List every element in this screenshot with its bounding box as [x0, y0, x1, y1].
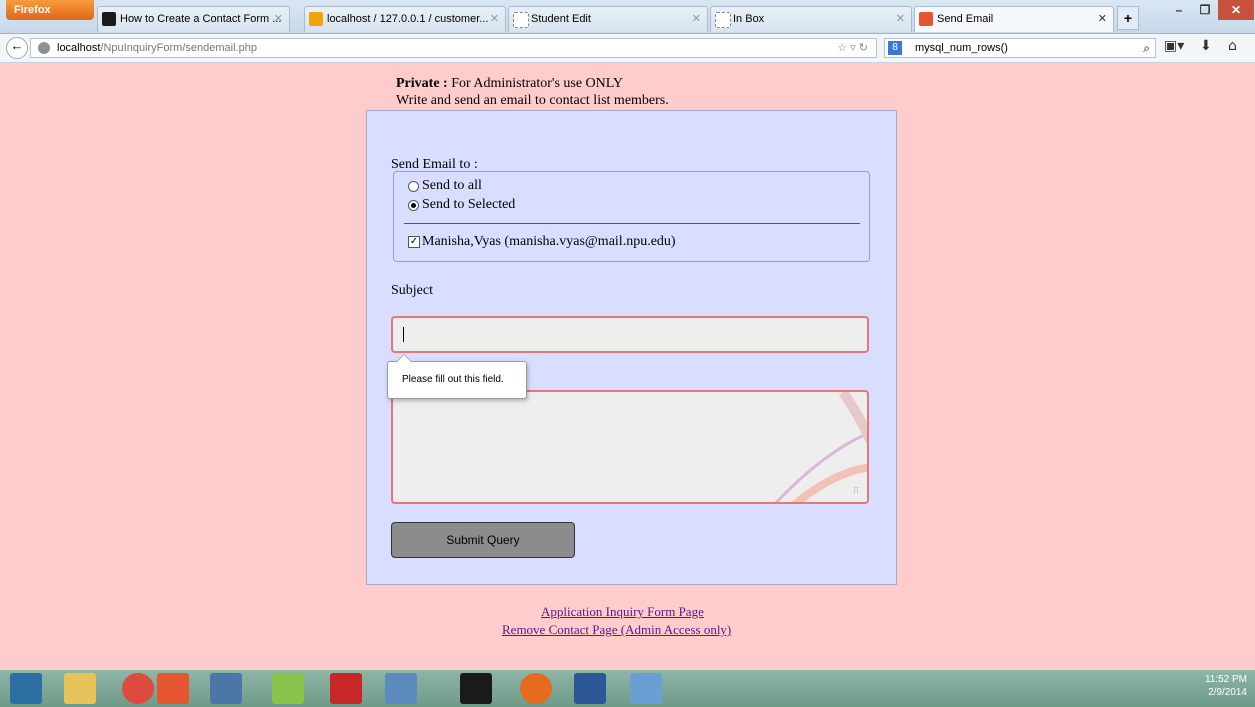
tab-send-email[interactable]: Send Email ✕	[914, 6, 1114, 32]
globe-icon	[38, 42, 50, 54]
header-line-2: Write and send an email to contact list …	[396, 93, 669, 108]
close-icon[interactable]: ✕	[1098, 7, 1107, 31]
url-host: localhost	[57, 42, 101, 54]
textarea-background-swirl	[774, 392, 867, 502]
tab-contact-form[interactable]: How to Create a Contact Form ... ✕	[97, 6, 290, 32]
text-caret	[403, 327, 404, 342]
paint-icon[interactable]	[385, 673, 417, 704]
blank-page-icon	[513, 12, 529, 28]
tab-student-edit[interactable]: Student Edit ✕	[508, 6, 708, 32]
subject-input[interactable]	[391, 316, 869, 353]
search-text: mysql_num_rows()	[915, 42, 1008, 54]
tab-inbox[interactable]: In Box ✕	[710, 6, 912, 32]
windows-taskbar: 11:52 PM 2/9/2014	[0, 670, 1255, 707]
clock-time: 11:52 PM	[1204, 674, 1247, 685]
tab-label: localhost / 127.0.0.1 / customer...	[327, 13, 489, 25]
phpmyadmin-icon	[309, 12, 323, 26]
start-icon[interactable]	[10, 673, 42, 704]
firefox-menu-button[interactable]: Firefox	[6, 0, 94, 20]
clock-date: 2/9/2014	[1208, 687, 1247, 698]
tab-phpmyadmin[interactable]: localhost / 127.0.0.1 / customer... ✕	[304, 6, 506, 32]
url-bar[interactable]: localhost/NpuInquiryForm/sendemail.php ☆…	[30, 38, 877, 58]
tab-label: In Box	[733, 13, 765, 25]
maximize-icon[interactable]: ❐	[1192, 0, 1218, 20]
private-label: Private :	[396, 76, 448, 91]
chrome-icon[interactable]	[122, 673, 154, 704]
home-icon[interactable]: ⌂	[1228, 38, 1237, 54]
application-inquiry-link[interactable]: Application Inquiry Form Page	[541, 604, 704, 620]
acrobat-icon[interactable]	[330, 673, 362, 704]
new-tab-button[interactable]: +	[1117, 6, 1139, 30]
header-line-1: Private : For Administrator's use ONLY	[396, 75, 669, 92]
contact-label: Manisha,Vyas (manisha.vyas@mail.npu.edu)	[422, 234, 676, 249]
contact-checkbox[interactable]: ✓	[408, 236, 420, 248]
wordpad-icon[interactable]	[630, 673, 662, 704]
word-icon[interactable]	[574, 673, 606, 704]
tab-label: Send Email	[937, 13, 994, 25]
remove-contact-link[interactable]: Remove Contact Page (Admin Access only)	[502, 622, 731, 638]
blank-page-icon	[715, 12, 731, 28]
navigation-bar: ← localhost/NpuInquiryForm/sendemail.php…	[0, 34, 1255, 63]
validation-tooltip: Please fill out this field.	[387, 354, 527, 399]
system-clock[interactable]: 11:52 PM 2/9/2014	[1205, 673, 1247, 699]
download-icon[interactable]: ⬇	[1200, 38, 1212, 54]
xampp-icon	[919, 12, 933, 26]
divider	[404, 223, 860, 224]
file-explorer-icon[interactable]	[64, 673, 96, 704]
page-favicon-icon	[102, 12, 116, 26]
close-icon[interactable]: ✕	[490, 7, 499, 31]
tab-label: How to Create a Contact Form ...	[120, 13, 282, 25]
message-textarea[interactable]: ⁝⁝	[391, 390, 869, 504]
close-icon[interactable]: ✕	[274, 7, 283, 31]
submit-button[interactable]: Submit Query	[391, 522, 575, 558]
radio-send-all[interactable]	[408, 181, 419, 192]
virtualbox-icon[interactable]	[210, 673, 242, 704]
android-icon[interactable]	[272, 673, 304, 704]
close-icon[interactable]: ✕	[896, 7, 905, 31]
minimize-icon[interactable]: –	[1166, 0, 1192, 20]
radio-send-all-label: Send to all	[422, 178, 482, 193]
window-close-icon[interactable]: ✕	[1218, 0, 1254, 20]
tab-label: Student Edit	[531, 13, 591, 25]
bookmarks-icon[interactable]: ▣▾	[1164, 38, 1184, 54]
browser-tab-bar: Firefox How to Create a Contact Form ...…	[0, 0, 1255, 34]
command-prompt-icon[interactable]	[460, 673, 492, 704]
radio-send-selected[interactable]	[408, 200, 419, 211]
resize-grip-icon[interactable]: ⁝⁝	[853, 486, 859, 496]
subject-label: Subject	[391, 283, 433, 298]
page-header: Private : For Administrator's use ONLY W…	[396, 75, 669, 109]
radio-send-selected-label: Send to Selected	[422, 197, 516, 212]
email-form-card: Send Email to : Send to all Send to Sele…	[366, 110, 897, 585]
header-note: For Administrator's use ONLY	[447, 76, 624, 91]
search-icon[interactable]: ⌕	[1143, 39, 1150, 57]
search-input[interactable]: 8 mysql_num_rows() ⌕	[884, 38, 1156, 58]
close-icon[interactable]: ✕	[692, 7, 701, 31]
back-arrow-icon[interactable]: ←	[6, 37, 28, 59]
recipient-fieldset: Send to all Send to Selected ✓ Manisha,V…	[393, 171, 870, 262]
url-path: /NpuInquiryForm/sendemail.php	[100, 42, 257, 54]
firefox-icon[interactable]	[520, 673, 552, 704]
xampp-icon[interactable]	[157, 673, 189, 704]
bookmark-star-icon[interactable]: ☆ ▿ ↻	[837, 39, 868, 57]
google-icon: 8	[888, 41, 902, 55]
